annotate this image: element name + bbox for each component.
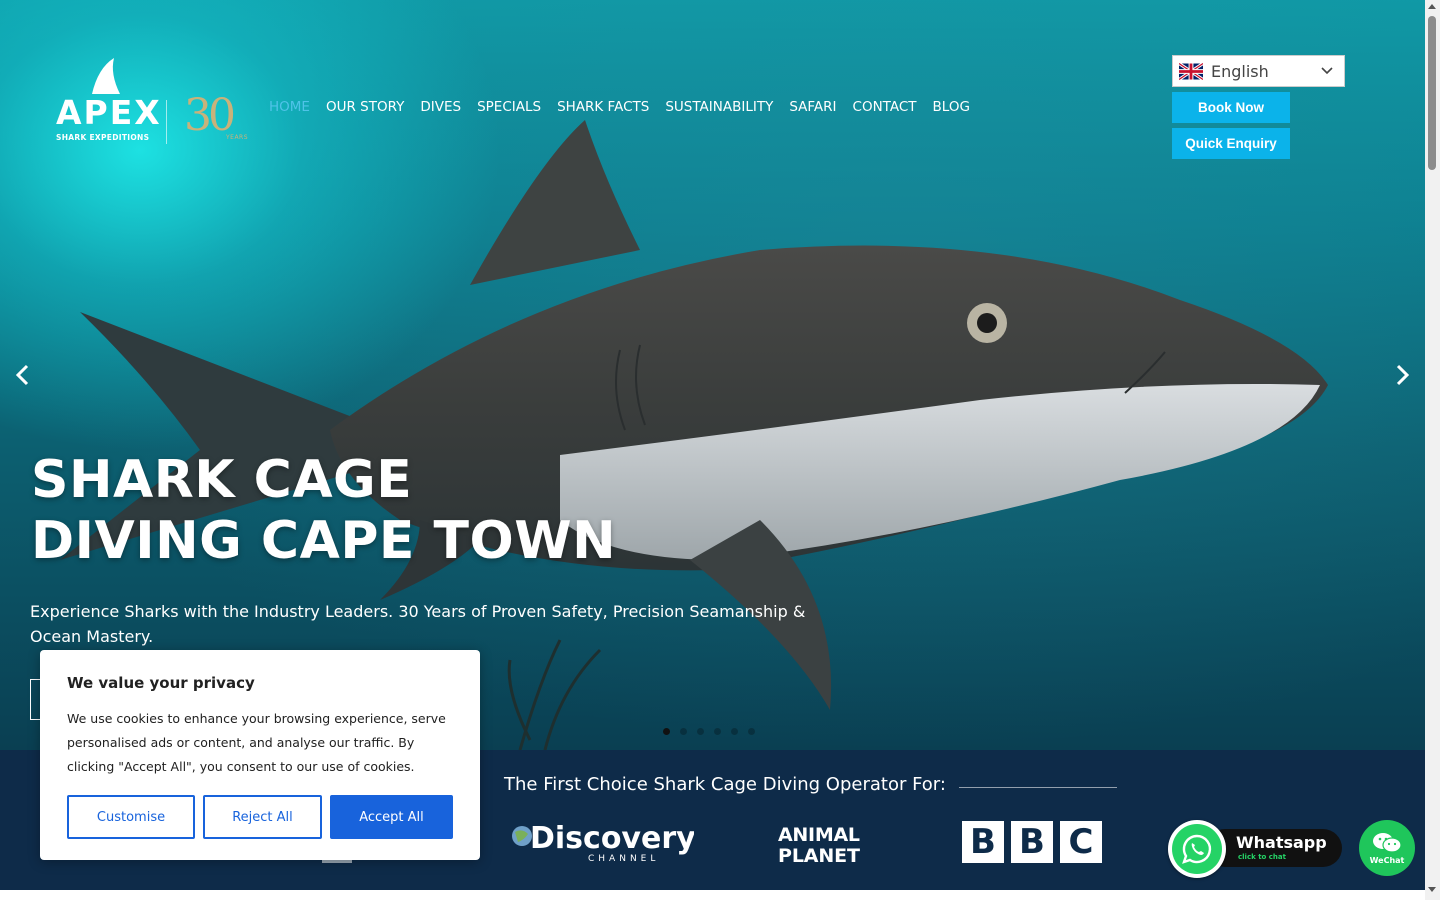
discovery-channel-logo: Discovery CHANNEL xyxy=(512,821,694,862)
cookie-text: We use cookies to enhance your browsing … xyxy=(67,711,446,774)
shark-fin-icon xyxy=(92,58,120,94)
nav-blog[interactable]: BLOG xyxy=(933,99,970,115)
uk-flag-icon xyxy=(1179,62,1203,80)
customise-button[interactable]: Customise xyxy=(67,795,195,839)
wechat-icon xyxy=(1373,833,1402,853)
logo-name: APEX xyxy=(56,93,162,132)
language-select[interactable]: English xyxy=(1172,55,1345,87)
hero-subtitle: Experience Sharks with the Industry Lead… xyxy=(30,602,806,646)
page-scrollbar[interactable] xyxy=(1425,0,1440,900)
scroll-thumb[interactable] xyxy=(1428,16,1436,170)
hero-title: SHARK CAGE DIVING CAPE TOWN xyxy=(31,450,616,572)
reject-all-button[interactable]: Reject All xyxy=(203,795,322,839)
accept-all-button[interactable]: Accept All xyxy=(330,795,453,839)
slider-dots xyxy=(663,728,755,735)
cookie-title: We value your privacy xyxy=(67,674,255,692)
main-nav: HOME OUR STORY DIVES SPECIALS SHARK FACT… xyxy=(269,99,986,115)
slider-dot[interactable] xyxy=(680,728,687,735)
bbc-letter: B xyxy=(1011,821,1053,863)
slider-dot[interactable] xyxy=(714,728,721,735)
nav-specials[interactable]: SPECIALS xyxy=(477,99,541,115)
whatsapp-circle xyxy=(1168,820,1226,878)
nav-our-story[interactable]: OUR STORY xyxy=(326,99,404,115)
nav-shark-facts[interactable]: SHARK FACTS xyxy=(557,99,649,115)
quick-enquiry-button[interactable]: Quick Enquiry xyxy=(1172,128,1290,159)
logo-tagline: SHARK EXPEDITIONS xyxy=(56,133,150,142)
wechat-button[interactable]: WeChat xyxy=(1359,820,1415,876)
slider-dot[interactable] xyxy=(731,728,738,735)
book-now-button[interactable]: Book Now xyxy=(1172,92,1290,123)
discovery-main-text: Discovery xyxy=(530,821,694,856)
animal-planet-line2: PLANET xyxy=(778,845,860,864)
site-logo[interactable]: APEX SHARK EXPEDITIONS 30 YEARS xyxy=(56,56,249,148)
slider-dot[interactable] xyxy=(663,728,670,735)
nav-sustainability[interactable]: SUSTAINABILITY xyxy=(665,99,773,115)
partners-divider xyxy=(959,787,1117,788)
chevron-right-icon[interactable] xyxy=(1391,362,1413,388)
hero-title-line2: DIVING CAPE TOWN xyxy=(31,511,617,571)
logo-divider xyxy=(166,100,167,144)
hero-slider: APEX SHARK EXPEDITIONS 30 YEARS HOME OUR… xyxy=(0,0,1425,750)
animal-planet-logo: ANIMAL PLANET xyxy=(778,824,860,864)
chevron-down-icon xyxy=(1321,67,1333,75)
cookie-consent-dialog: We value your privacy We use cookies to … xyxy=(40,650,480,860)
bbc-logo: B B C xyxy=(962,821,1102,863)
nav-safari[interactable]: SAFARI xyxy=(789,99,836,115)
slider-dot[interactable] xyxy=(748,728,755,735)
hero-title-line1: SHARK CAGE xyxy=(31,450,413,510)
bbc-letter: C xyxy=(1060,821,1102,863)
slider-dot[interactable] xyxy=(697,728,704,735)
partners-title: The First Choice Shark Cage Diving Opera… xyxy=(504,774,946,795)
discovery-sub-text: CHANNEL xyxy=(588,854,659,862)
whatsapp-subtitle: click to chat xyxy=(1238,853,1286,861)
whatsapp-chat-button[interactable]: Whatsapp click to chat xyxy=(1168,820,1344,880)
wechat-label: WeChat xyxy=(1369,856,1405,865)
language-label: English xyxy=(1211,61,1269,81)
scroll-down-arrow-icon[interactable] xyxy=(1428,887,1436,892)
nav-home[interactable]: HOME xyxy=(269,99,310,115)
whatsapp-title: Whatsapp xyxy=(1236,833,1327,852)
nav-dives[interactable]: DIVES xyxy=(420,99,461,115)
anniversary-label: YEARS xyxy=(226,134,249,141)
anniversary-number: 30 xyxy=(184,90,236,141)
chevron-left-icon[interactable] xyxy=(12,362,34,388)
animal-planet-line1: ANIMAL xyxy=(778,824,860,846)
whatsapp-icon xyxy=(1172,824,1222,874)
nav-contact[interactable]: CONTACT xyxy=(853,99,917,115)
scroll-up-arrow-icon[interactable] xyxy=(1428,4,1436,9)
bbc-letter: B xyxy=(962,821,1004,863)
